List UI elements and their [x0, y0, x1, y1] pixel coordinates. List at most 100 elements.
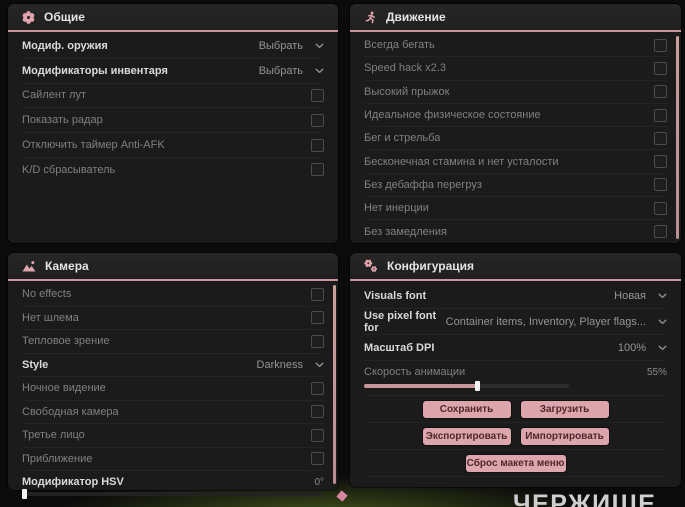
- import-button[interactable]: Импортировать: [520, 427, 609, 445]
- high-jump-checkbox[interactable]: [654, 85, 667, 99]
- mod-menu-page: ЧЕРЖИШЕ Общие Модиф. оружия Выбрать Моди…: [0, 0, 685, 507]
- row-label: Всегда бегать: [364, 39, 435, 52]
- anti-afk-timer-checkbox[interactable]: [311, 138, 324, 152]
- row-thermal-vision: Тепловое зрение: [22, 330, 324, 354]
- infinite-stamina-checkbox[interactable]: [654, 155, 667, 169]
- row-label: Показать радар: [22, 114, 103, 127]
- row-label: Ночное видение: [22, 382, 106, 395]
- row-weapon-mod: Модиф. оружия Выбрать: [22, 34, 324, 59]
- row-show-radar: Показать радар: [22, 108, 324, 134]
- no-inertia-checkbox[interactable]: [654, 201, 667, 215]
- export-button[interactable]: Экспортировать: [422, 427, 511, 445]
- panel-general-header: Общие: [8, 4, 338, 32]
- row-label: Visuals font: [364, 289, 427, 302]
- row-inventory-mods: Модификаторы инвентаря Выбрать: [22, 59, 324, 84]
- visuals-font-dropdown[interactable]: Новая: [614, 290, 667, 302]
- hsv-slider-handle[interactable]: [22, 489, 27, 499]
- style-dropdown[interactable]: Darkness: [257, 359, 324, 371]
- row-label: Модификатор HSV: [22, 476, 124, 488]
- row-label: Модиф. оружия: [22, 39, 108, 52]
- row-dpi-scale: Масштаб DPI 100%: [364, 335, 667, 361]
- third-person-checkbox[interactable]: [311, 428, 324, 442]
- row-label: Свободная камера: [22, 405, 119, 418]
- runner-icon: [364, 11, 377, 24]
- load-button[interactable]: Загрузить: [520, 400, 609, 418]
- row-third-person: Третье лицо: [22, 424, 324, 448]
- row-no-slowdown: Без замедления: [364, 220, 667, 242]
- row-no-inertia: Нет инерции: [364, 197, 667, 221]
- inventory-mods-dropdown[interactable]: Выбрать: [259, 65, 324, 77]
- no-effects-checkbox[interactable]: [311, 287, 324, 301]
- weapon-mod-dropdown[interactable]: Выбрать: [259, 40, 324, 52]
- row-infinite-stamina: Бесконечная стамина и нет усталости: [364, 150, 667, 174]
- row-night-vision: Ночное видение: [22, 377, 324, 401]
- row-run-and-shoot: Бег и стрельба: [364, 127, 667, 151]
- dpi-scale-dropdown[interactable]: 100%: [618, 342, 667, 354]
- no-slowdown-checkbox[interactable]: [654, 225, 667, 239]
- row-no-effects: No effects: [22, 283, 324, 307]
- chevron-down-icon: [315, 68, 324, 74]
- run-and-shoot-checkbox[interactable]: [654, 131, 667, 145]
- panel-movement: Движение Всегда бегать Speed hack x2.3 В…: [350, 4, 681, 243]
- row-label: Нет шлема: [22, 311, 79, 324]
- panel-config: Конфигурация Visuals font Новая Use pixe…: [350, 253, 681, 487]
- row-label: Идеальное физическое состояние: [364, 109, 541, 122]
- row-label: Тепловое зрение: [22, 335, 110, 348]
- free-camera-checkbox[interactable]: [311, 405, 324, 419]
- button-row-export-import: Экспортировать Импортировать: [364, 423, 667, 450]
- row-label: Высокий прыжок: [364, 85, 450, 98]
- hsv-value: 0°: [314, 476, 324, 488]
- reset-menu-layout-button[interactable]: Сброс макета меню: [465, 454, 566, 472]
- kd-resetter-checkbox[interactable]: [311, 163, 324, 177]
- animation-slider-fill: [364, 384, 477, 388]
- camera-scrollbar[interactable]: [333, 285, 336, 484]
- pixel-font-dropdown[interactable]: Container items, Inventory, Player flags…: [446, 316, 667, 328]
- panel-title: Конфигурация: [387, 259, 475, 273]
- thermal-vision-checkbox[interactable]: [311, 334, 324, 348]
- row-label: Без замедления: [364, 225, 447, 238]
- animation-slider-handle[interactable]: [474, 381, 480, 391]
- row-kd-resetter: K/D сбрасыватель: [22, 158, 324, 182]
- button-row-save-load: Сохранить Загрузить: [364, 396, 667, 423]
- panel-camera: Камера No effects Нет шлема Тепловое зре…: [8, 253, 338, 499]
- zoom-checkbox[interactable]: [311, 452, 324, 466]
- chevron-down-icon: [658, 319, 667, 325]
- row-visuals-font: Visuals font Новая: [364, 283, 667, 309]
- row-pixel-font: Use pixel font for Container items, Inve…: [364, 309, 667, 335]
- movement-scrollbar[interactable]: [676, 36, 679, 239]
- row-label: Бесконечная стамина и нет усталости: [364, 155, 559, 168]
- row-no-helmet: Нет шлема: [22, 307, 324, 330]
- row-label: Use pixel font for: [364, 309, 437, 334]
- chevron-down-icon: [658, 293, 667, 299]
- row-label: Отключить таймер Anti-AFK: [22, 139, 165, 152]
- night-vision-checkbox[interactable]: [311, 381, 324, 395]
- save-button[interactable]: Сохранить: [422, 400, 511, 418]
- row-always-run: Всегда бегать: [364, 34, 667, 58]
- background-watermark-text: ЧЕРЖИШЕ: [513, 490, 657, 507]
- always-run-checkbox[interactable]: [654, 38, 667, 52]
- row-perfect-physical-state: Идеальное физическое состояние: [364, 104, 667, 128]
- row-label: Третье лицо: [22, 429, 85, 442]
- row-high-jump: Высокий прыжок: [364, 81, 667, 104]
- row-free-camera: Свободная камера: [22, 401, 324, 424]
- animation-speed-value: 55%: [646, 366, 667, 378]
- no-overload-debuff-checkbox[interactable]: [654, 178, 667, 192]
- row-label: K/D сбрасыватель: [22, 163, 116, 176]
- row-label: Приближение: [22, 452, 93, 465]
- chevron-down-icon: [315, 362, 324, 368]
- panel-config-header: Конфигурация: [350, 253, 681, 281]
- row-no-overload-debuff: Без дебаффа перегруз: [364, 174, 667, 198]
- row-label: Style: [22, 358, 49, 371]
- chevron-down-icon: [315, 43, 324, 49]
- panel-title: Камера: [45, 259, 89, 273]
- silent-loot-checkbox[interactable]: [311, 88, 324, 102]
- row-style: Style Darkness: [22, 354, 324, 377]
- row-label: Бег и стрельба: [364, 132, 441, 145]
- hsv-slider-track[interactable]: [22, 489, 322, 499]
- no-helmet-checkbox[interactable]: [311, 311, 324, 325]
- animation-slider-track[interactable]: [364, 381, 569, 391]
- speed-hack-checkbox[interactable]: [654, 61, 667, 75]
- show-radar-checkbox[interactable]: [311, 113, 324, 127]
- perfect-physical-state-checkbox[interactable]: [654, 108, 667, 122]
- row-label: Скорость анимации: [364, 366, 466, 378]
